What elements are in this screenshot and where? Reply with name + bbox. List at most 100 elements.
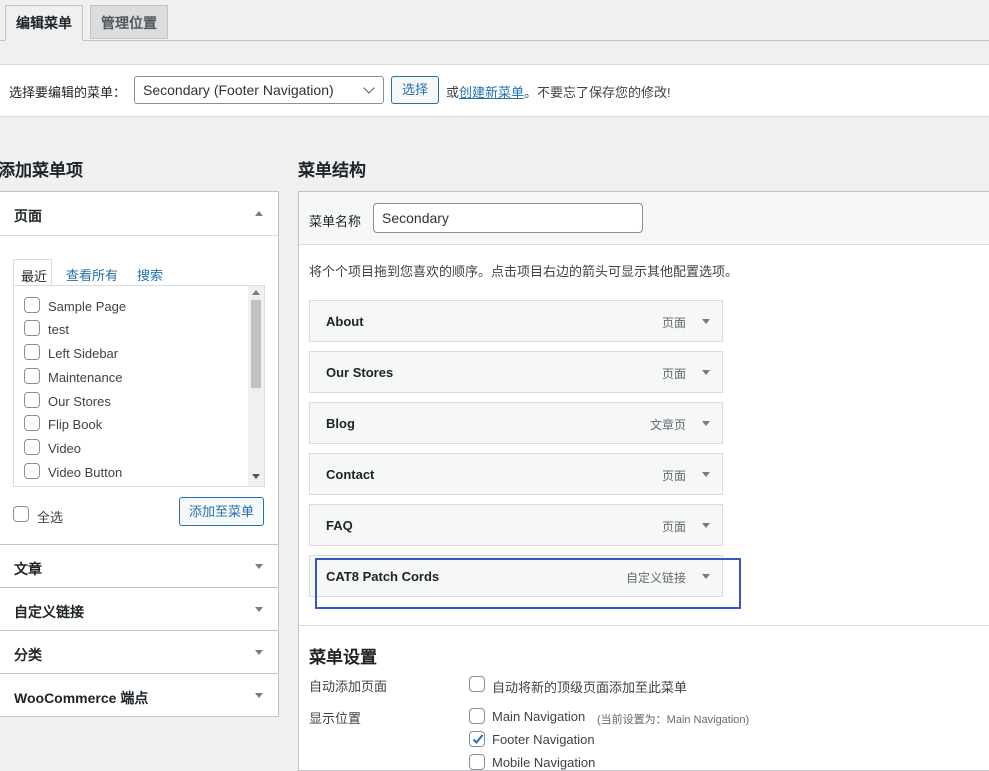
menu-item-title: About [326,314,364,329]
auto-add-option-label: 自动将新的顶级页面添加至此菜单 [492,680,688,695]
menu-item[interactable]: Contact 页面 [309,453,723,495]
menu-item-title: Contact [326,467,375,482]
scrollbar[interactable] [248,286,264,486]
auto-add-checkbox[interactable] [469,676,485,692]
tab-edit-menus[interactable]: 编辑菜单 [5,5,83,41]
page-checkbox[interactable] [24,439,40,455]
accordion-posts-title: 文章 [14,561,42,577]
page-checkbox[interactable] [24,344,40,360]
expand-arrow-icon[interactable] [702,421,710,426]
expand-arrow-icon [255,650,263,655]
page-label: Video [48,441,82,456]
location-main-note: (当前设置为：Main Navigation) [597,714,750,726]
tabs-baseline [0,40,989,41]
scroll-up-arrow-icon[interactable] [252,290,260,295]
page-label: Sample Page [48,299,127,314]
select-button[interactable]: 选择 [391,76,439,104]
save-reminder: 。不要忘了保存您的修改! [524,85,671,100]
page-checkbox[interactable] [24,463,40,479]
scroll-down-arrow-icon[interactable] [252,474,260,479]
menu-item-title: FAQ [326,518,353,533]
collapse-arrow-icon [255,211,263,216]
accordion-categories[interactable]: 分类 [0,630,279,674]
menu-item[interactable]: FAQ 页面 [309,504,723,546]
select-all-label: 全选 [37,510,64,525]
auto-add-label: 自动添加页面 [309,679,388,694]
tab-manage-label: 管理位置 [101,15,157,31]
select-all-checkbox[interactable] [13,506,29,522]
location-footer-checkbox[interactable] [469,731,485,747]
expand-arrow-icon [255,693,263,698]
menu-settings-heading: 菜单设置 [309,648,377,667]
page-checkbox[interactable] [24,368,40,384]
menu-item-type: 页面 [661,367,686,381]
page-checkbox[interactable] [24,297,40,313]
add-to-menu-button[interactable]: 添加至菜单 [179,497,264,526]
menu-select-value: Secondary (Footer Navigation) [143,82,334,98]
location-mobile-checkbox[interactable] [469,754,485,770]
page-label: Maintenance [48,370,123,385]
highlight-box [315,558,741,609]
checkmark-icon [472,734,484,744]
menu-item-type: 文章页 [649,418,686,432]
create-menu-line: 或创建新菜单。不要忘了保存您的修改! [446,82,671,101]
or-text: 或 [446,85,460,100]
tab-view-all[interactable]: 查看所有 [66,265,118,284]
accordion-custom-links[interactable]: 自定义链接 [0,587,279,631]
expand-arrow-icon [255,564,263,569]
page-label: Our Stores [48,394,111,409]
menu-name-label: 菜单名称 [309,214,362,229]
page-label: Video Button [48,465,123,480]
scrollbar-thumb[interactable] [251,300,261,388]
menu-header: 菜单名称 Secondary [299,192,989,245]
menu-select[interactable]: Secondary (Footer Navigation) [134,76,384,104]
create-menu-link[interactable]: 创建新菜单 [459,85,524,100]
locations-label: 显示位置 [309,711,362,726]
expand-arrow-icon[interactable] [702,472,710,477]
tab-recent-label: 最近 [21,269,48,284]
page-label: Flip Book [48,417,103,432]
pages-accordion: 页面 最近 查看所有 搜索 Sample Page test Left Side… [0,191,279,545]
accordion-woocommerce-endpoints[interactable]: WooCommerce 端点 [0,673,279,717]
accordion-categories-title: 分类 [14,647,42,663]
menu-item[interactable]: About 页面 [309,300,723,342]
menu-item[interactable]: Blog 文章页 [309,402,723,444]
menu-item-type: 页面 [661,469,686,483]
accordion-posts[interactable]: 文章 [0,544,279,588]
menu-item[interactable]: Our Stores 页面 [309,351,723,393]
expand-arrow-icon[interactable] [702,523,710,528]
location-mobile-label: Mobile Navigation [492,755,596,770]
expand-arrow-icon [255,607,263,612]
tab-search[interactable]: 搜索 [137,265,163,284]
pages-accordion-header[interactable]: 页面 [0,192,278,236]
add-menu-items-heading: 添加菜单项 [0,161,83,180]
menu-item-type: 页面 [661,520,686,534]
tab-edit-label: 编辑菜单 [16,15,72,31]
chevron-down-icon [363,82,375,94]
page-label: test [48,322,69,337]
settings-divider [299,625,989,626]
menu-item-type: 页面 [661,316,686,330]
expand-arrow-icon[interactable] [702,370,710,375]
menu-structure-heading: 菜单结构 [298,161,366,180]
page-label: Left Sidebar [48,346,119,361]
accordion-woocommerce-title: WooCommerce 端点 [14,690,149,706]
location-main-checkbox[interactable] [469,708,485,724]
page-checkbox[interactable] [24,320,40,336]
accordion-custom-links-title: 自定义链接 [14,604,84,620]
page-checkbox[interactable] [24,392,40,408]
tab-recent[interactable]: 最近 [13,259,52,286]
menu-item-title: Our Stores [326,365,394,380]
pages-accordion-title: 页面 [14,208,42,224]
tab-manage-locations[interactable]: 管理位置 [90,5,168,39]
drag-instructions: 将个个项目拖到您喜欢的顺序。点击项目右边的箭头可显示其他配置选项。 [309,264,739,279]
pages-checklist: Sample Page test Left Sidebar Maintenanc… [13,285,265,487]
page-checkbox[interactable] [24,415,40,431]
select-menu-label: 选择要编辑的菜单： [9,85,127,100]
expand-arrow-icon[interactable] [702,319,710,324]
menu-name-input[interactable]: Secondary [373,203,643,233]
location-footer-label: Footer Navigation [492,732,595,747]
menu-name-value: Secondary [382,210,449,226]
menu-item-title: Blog [326,416,355,431]
location-main-label: Main Navigation [492,709,586,724]
